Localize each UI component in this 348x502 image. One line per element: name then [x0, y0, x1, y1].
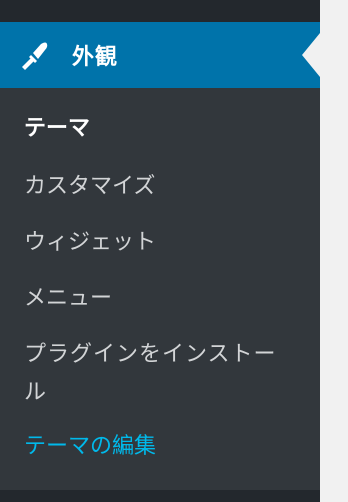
- previous-menu-item-edge[interactable]: [0, 0, 320, 22]
- submenu-item-theme-editor[interactable]: テーマの編集: [24, 428, 294, 466]
- menu-item-appearance-label: 外観: [72, 45, 119, 70]
- submenu-item-menus[interactable]: メニュー: [24, 280, 294, 318]
- current-menu-arrow: [302, 33, 320, 77]
- admin-sidebar-menu: 外観 テーマ カスタマイズ ウィジェット メニュー プラグインをインストール テ…: [0, 0, 320, 502]
- submenu-item-customize[interactable]: カスタマイズ: [24, 168, 294, 206]
- submenu-item-widgets[interactable]: ウィジェット: [24, 224, 294, 262]
- submenu-item-themes[interactable]: テーマ: [24, 110, 294, 148]
- paintbrush-icon: [16, 37, 52, 73]
- next-menu-item-edge[interactable]: [0, 490, 320, 502]
- menu-item-appearance[interactable]: 外観: [0, 22, 320, 88]
- submenu-item-install-plugins[interactable]: プラグインをインストール: [24, 336, 294, 412]
- appearance-submenu: テーマ カスタマイズ ウィジェット メニュー プラグインをインストール テーマの…: [0, 88, 320, 490]
